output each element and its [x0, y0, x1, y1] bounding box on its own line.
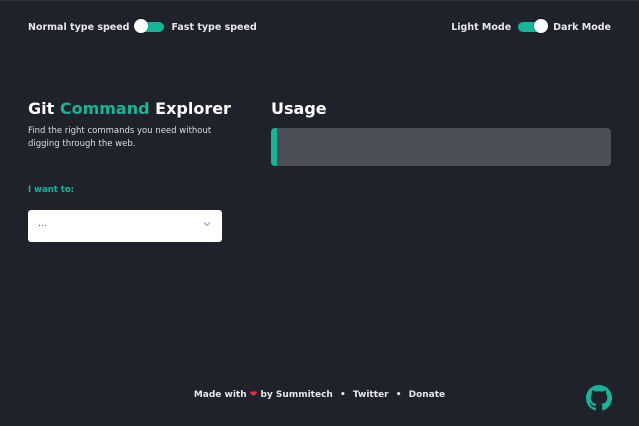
page-title: Git Command Explorer — [28, 99, 231, 118]
usage-accent-bar — [271, 128, 277, 166]
twitter-link[interactable]: Twitter — [353, 390, 389, 400]
theme-toggle-group: Light Mode Dark Mode — [451, 19, 611, 35]
want-to-label: I want to: — [28, 185, 75, 195]
normal-speed-label: Normal type speed — [28, 21, 130, 33]
footer-separator: • — [395, 390, 402, 400]
title-command: Command — [59, 99, 150, 118]
made-with-text: Made with — [193, 390, 247, 400]
command-select-value: ... — [38, 219, 47, 229]
summitech-link[interactable]: by Summitech — [260, 390, 332, 400]
page-subtitle: Find the right commands you need without… — [28, 126, 212, 149]
type-speed-switch-knob — [134, 19, 149, 33]
theme-switch[interactable] — [518, 19, 549, 33]
github-icon[interactable] — [586, 385, 612, 411]
footer: Made with ❤ by Summitech • Twitter • Don… — [0, 390, 639, 400]
type-speed-switch[interactable] — [134, 19, 165, 33]
donate-link[interactable]: Donate — [409, 390, 446, 400]
type-speed-toggle-group: Normal type speed Fast type speed — [28, 19, 257, 35]
heart-icon: ❤ — [249, 390, 258, 400]
usage-title: Usage — [271, 99, 327, 118]
fast-speed-label: Fast type speed — [171, 21, 257, 33]
chevron-down-icon — [203, 222, 211, 227]
dark-mode-label: Dark Mode — [553, 21, 611, 33]
title-explorer: Explorer — [149, 99, 231, 118]
top-border — [0, 0, 639, 1]
theme-switch-knob — [534, 19, 549, 33]
title-git: Git — [28, 99, 60, 118]
command-select[interactable]: ... — [28, 210, 222, 242]
footer-separator: • — [339, 390, 346, 400]
light-mode-label: Light Mode — [451, 21, 512, 33]
usage-output-box — [271, 128, 611, 166]
